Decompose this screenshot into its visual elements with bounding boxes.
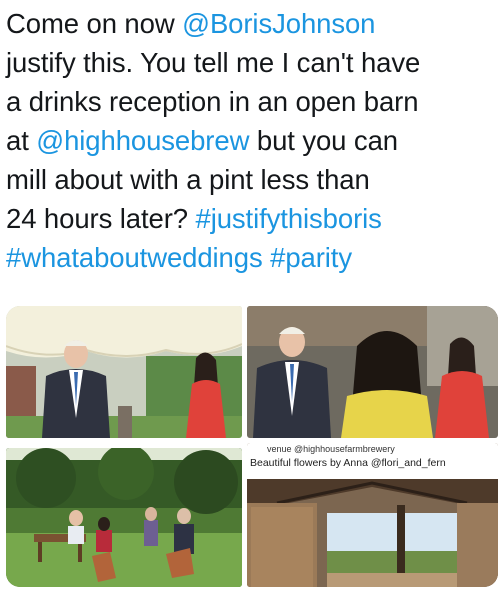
photo-open-barn[interactable]: venue @highhousefarmbrewery Beautiful fl…	[247, 443, 498, 587]
tweet-text-segment: but you can	[249, 125, 398, 156]
photo-garden-marquee[interactable]	[6, 306, 242, 438]
tweet-text: Come on now @BorisJohnson justify this. Y…	[6, 4, 498, 277]
flowers-caption: Beautiful flowers by Anna @flori_and_fer…	[250, 457, 446, 469]
mention-link[interactable]: @BorisJohnson	[182, 8, 375, 39]
media-grid[interactable]: venue @highhousefarmbrewery Beautiful fl…	[6, 306, 498, 587]
photo-group-closeup[interactable]	[247, 306, 498, 438]
tweet-text-segment: Come on now	[6, 8, 183, 39]
tweet-line: justify this. You tell me I can't have	[6, 43, 498, 82]
tweet-text-segment	[263, 242, 271, 273]
tweet-text-segment: 24 hours later?	[6, 203, 196, 234]
tweet-line: mill about with a pint less than	[6, 160, 498, 199]
venue-caption: venue @highhousefarmbrewery	[267, 444, 395, 454]
tweet-text-segment: justify this. You tell me I can't have	[6, 47, 421, 78]
hashtag-link[interactable]: #whataboutweddings	[6, 242, 263, 273]
tweet-line: 24 hours later? #justifythisboris	[6, 199, 498, 238]
photo-lawn-seating[interactable]	[6, 448, 242, 587]
media-caption-area: venue @highhousefarmbrewery Beautiful fl…	[247, 443, 498, 479]
tweet-text-segment: at	[6, 125, 37, 156]
tweet-line: #whataboutweddings #parity	[6, 238, 498, 277]
tweet-line: a drinks reception in an open barn	[6, 82, 498, 121]
hashtag-link[interactable]: #justifythisboris	[196, 203, 382, 234]
mention-link[interactable]: @highhousebrew	[36, 125, 249, 156]
tweet-line: at @highhousebrew but you can	[6, 121, 498, 160]
tweet-text-segment: a drinks reception in an open barn	[6, 86, 419, 117]
hashtag-link[interactable]: #parity	[270, 242, 352, 273]
tweet-text-segment: mill about with a pint less than	[6, 164, 370, 195]
tweet-line: Come on now @BorisJohnson	[6, 4, 498, 43]
